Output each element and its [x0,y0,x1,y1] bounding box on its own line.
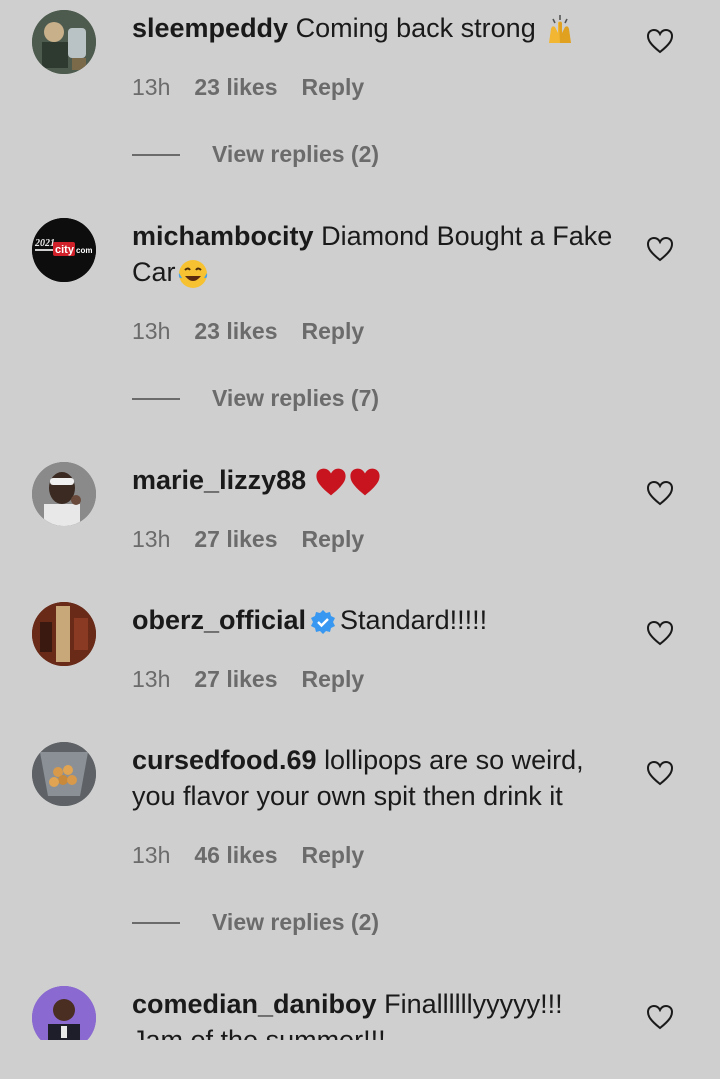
username[interactable]: oberz_official [132,605,306,635]
comment-text: michambocity Diamond Bought a Fake Car [132,218,622,291]
comment-time: 13h [132,666,171,692]
view-replies-button[interactable]: View replies (7) [132,385,379,412]
reply-button[interactable]: Reply [302,74,365,101]
likes-count[interactable]: 46 likes [194,842,277,869]
username[interactable]: marie_lizzy88 [132,465,306,495]
avatar[interactable] [32,462,96,526]
username[interactable]: comedian_daniboy [132,989,377,1019]
bottom-spacer [0,1040,720,1079]
divider-line [132,921,180,924]
like-heart-icon[interactable] [646,620,674,646]
reply-button[interactable]: Reply [302,318,365,345]
username[interactable]: michambocity [132,221,314,251]
comment-body-line2: you flavor your own spit then drink it [132,781,563,811]
like-heart-icon[interactable] [646,1004,674,1030]
view-replies-label: View replies (2) [212,141,380,167]
comment-body-line1: Diamond Bought a Fake [321,221,613,251]
likes-count[interactable]: 23 likes [194,74,277,101]
reply-button[interactable]: Reply [302,666,365,693]
divider-line [132,397,180,400]
comment-text: marie_lizzy88 [132,462,622,498]
comment-body: Standard!!!!! [340,605,488,635]
svg-text:com: com [76,246,92,255]
comment-text: cursedfood.69 lollipops are so weird, yo… [132,742,622,814]
comment-body-line1: Finallllllyyyyy!!! [384,989,563,1019]
view-replies-label: View replies (7) [212,385,380,411]
avatar-photo [32,986,96,1040]
avatar-logo: 2021 city com [32,218,96,282]
comment-body-line2: Car [132,257,176,287]
comment-body-line1: lollipops are so weird, [324,745,584,775]
tears-of-joy-emoji-icon [178,259,207,288]
username[interactable]: cursedfood.69 [132,745,317,775]
avatar[interactable] [32,986,96,1040]
likes-count[interactable]: 27 likes [194,666,277,693]
view-replies-button[interactable]: View replies (2) [132,909,379,936]
avatar-photo [32,602,96,666]
avatar-photo [32,10,96,74]
comment-body-line2: Jam of the summer!!! [132,1025,386,1040]
reply-button[interactable]: Reply [302,526,365,553]
username[interactable]: sleempeddy [132,13,288,43]
avatar[interactable]: 2021 city com [32,218,96,282]
like-heart-icon[interactable] [646,236,674,262]
comment-time: 13h [132,526,171,552]
avatar-photo [32,742,96,806]
avatar[interactable] [32,10,96,74]
reply-button[interactable]: Reply [302,842,365,869]
comments-list: sleempeddy Coming back strong 13h 23 lik… [0,0,720,1040]
comment-text: sleempeddy Coming back strong [132,10,622,47]
comment-text: comedian_daniboy Finallllllyyyyy!!! Jam … [132,986,622,1040]
divider-line [132,153,180,156]
comment-text: oberz_official Standard!!!!! [132,602,622,638]
avatar-photo [32,462,96,526]
like-heart-icon[interactable] [646,480,674,506]
raising-hands-emoji-icon [549,14,572,43]
svg-text:city: city [55,244,75,256]
comment-body: Coming back strong [295,13,536,43]
like-heart-icon[interactable] [646,760,674,786]
likes-count[interactable]: 23 likes [194,318,277,345]
red-heart-emoji-icon [350,468,380,496]
view-replies-label: View replies (2) [212,909,380,935]
verified-badge-icon [311,609,336,634]
avatar[interactable] [32,742,96,806]
comment-time: 13h [132,318,171,344]
comment-time: 13h [132,842,171,868]
red-heart-emoji-icon [316,468,346,496]
likes-count[interactable]: 27 likes [194,526,277,553]
avatar[interactable] [32,602,96,666]
comment-time: 13h [132,74,171,100]
svg-text:2021: 2021 [34,238,55,249]
view-replies-button[interactable]: View replies (2) [132,141,379,168]
like-heart-icon[interactable] [646,28,674,54]
